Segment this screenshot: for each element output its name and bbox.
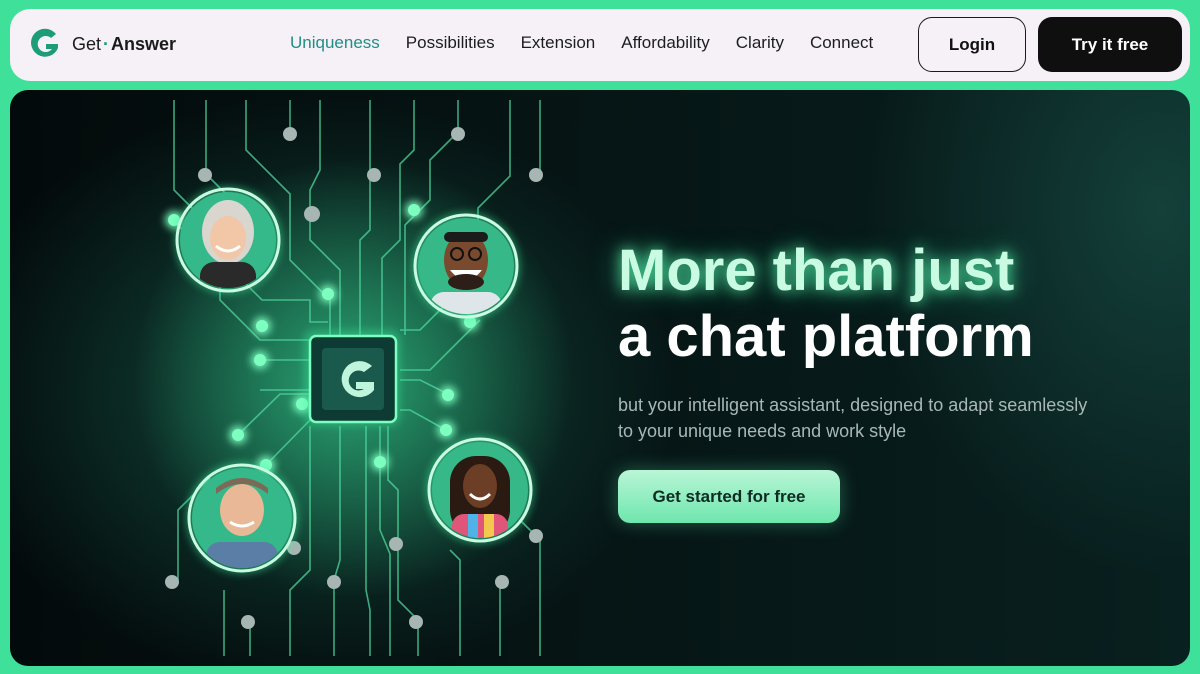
nav-link-affordability[interactable]: Affordability bbox=[621, 33, 710, 53]
avatar-woman-blonde bbox=[174, 186, 282, 294]
g-logo-icon bbox=[31, 28, 58, 57]
g-chip-icon bbox=[304, 330, 400, 426]
hero-headline-line1: More than just bbox=[618, 238, 1015, 303]
nav-link-clarity[interactable]: Clarity bbox=[736, 33, 784, 53]
avatar-man-cap bbox=[186, 462, 298, 574]
try-free-button[interactable]: Try it free bbox=[1038, 17, 1182, 72]
nav-link-uniqueness[interactable]: Uniqueness bbox=[290, 33, 380, 53]
top-nav: Get · Answer Uniqueness Possibilities Ex… bbox=[10, 9, 1190, 81]
brand-name-part1: Get bbox=[72, 33, 102, 54]
brand-separator: · bbox=[103, 33, 110, 54]
brand[interactable]: Get · Answer bbox=[26, 26, 176, 62]
hero-section: More than just a chat platform but your … bbox=[10, 90, 1190, 666]
brand-name-part2: Answer bbox=[111, 33, 177, 54]
nav-link-connect[interactable]: Connect bbox=[810, 33, 873, 53]
hero-headline: More than just a chat platform bbox=[618, 238, 1138, 370]
brand-name: Get · Answer bbox=[72, 34, 176, 55]
hero-headline-line2: a chat platform bbox=[618, 304, 1034, 369]
login-button[interactable]: Login bbox=[918, 17, 1026, 72]
nav-link-extension[interactable]: Extension bbox=[521, 33, 596, 53]
nav-link-possibilities[interactable]: Possibilities bbox=[406, 33, 495, 53]
nav-links: Uniqueness Possibilities Extension Affor… bbox=[290, 33, 899, 53]
get-started-button[interactable]: Get started for free bbox=[618, 470, 840, 523]
circuit-illustration bbox=[134, 100, 570, 656]
hero-subtext: but your intelligent assistant, designed… bbox=[618, 395, 1088, 441]
avatar-woman-braids bbox=[426, 436, 534, 544]
